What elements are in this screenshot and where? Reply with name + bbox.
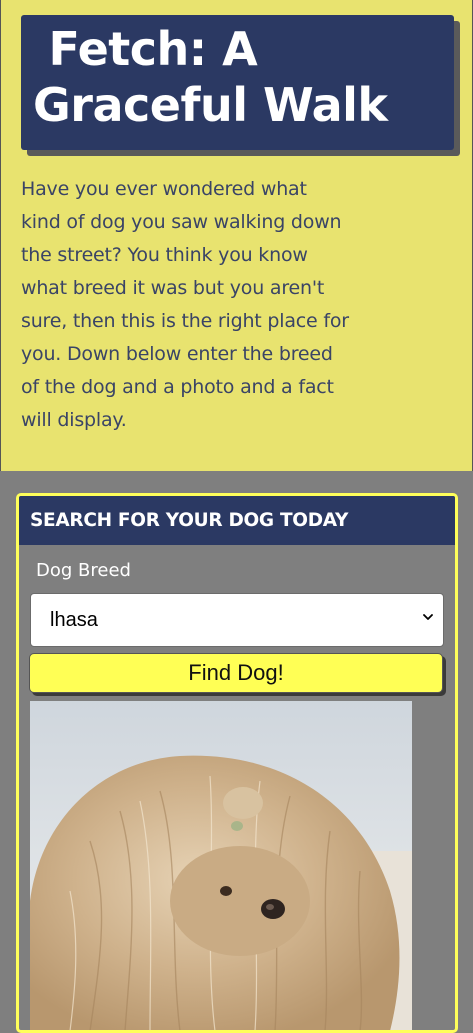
dog-photo <box>30 701 412 1030</box>
intro-text: Have you ever wondered what kind of dog … <box>21 178 349 431</box>
page-title: Fetch: A Graceful Walk <box>33 22 388 132</box>
dog-image <box>30 701 412 1030</box>
hero-section: Fetch: A Graceful Walk Have you ever won… <box>0 0 473 471</box>
chevron-down-icon <box>423 614 433 620</box>
dog-breed-label: Dog Breed <box>36 560 131 581</box>
dog-breed-select[interactable]: lhasa <box>30 593 444 647</box>
find-dog-button[interactable]: Find Dog! <box>29 653 443 693</box>
dog-breed-selected-value: lhasa <box>50 608 98 631</box>
search-card-header: SEARCH FOR YOUR DOG TODAY <box>19 496 455 545</box>
search-card: SEARCH FOR YOUR DOG TODAY Dog Breed lhas… <box>16 493 458 1033</box>
title-box: Fetch: A Graceful Walk <box>21 15 454 150</box>
